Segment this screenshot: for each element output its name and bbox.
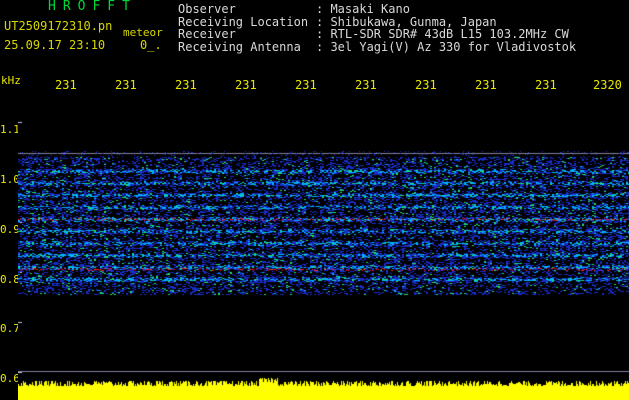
x-tick-label: 231 bbox=[535, 78, 557, 92]
x-tick-label: 231 bbox=[415, 78, 437, 92]
info-value: : 3el Yagi(V) Az 330 for Vladivostok bbox=[316, 39, 577, 54]
x-tick-label: 231 bbox=[355, 78, 377, 92]
info-key: Receiving Antenna bbox=[178, 39, 301, 54]
y-tick-label: 1.0 bbox=[0, 173, 20, 186]
status-marker: 0_. bbox=[140, 38, 162, 52]
x-tick-label: 231 bbox=[295, 78, 317, 92]
x-tick-label: 231 bbox=[475, 78, 497, 92]
y-tick-label: 0.6 bbox=[0, 372, 20, 385]
info-value: : Masaki Kano bbox=[316, 2, 410, 16]
x-tick-label: 231 bbox=[55, 78, 77, 92]
info-value: : RTL-SDR SDR# 43dB L15 103.2MHz CW bbox=[316, 27, 569, 41]
info-key: Observer bbox=[178, 2, 236, 16]
date-time: 25.09.17 23:10 bbox=[4, 38, 106, 52]
info-key: Receiver bbox=[178, 27, 236, 41]
info-row-observer: Observer : Masaki Kano bbox=[178, 3, 576, 16]
station-info: Observer: Masaki Kano Receiving Location… bbox=[178, 3, 576, 53]
y-tick-label: 0.9 bbox=[0, 223, 20, 236]
x-tick-label: 231 bbox=[115, 78, 137, 92]
app-brand: HROFFT bbox=[48, 0, 137, 14]
y-tick-label: 0.7 bbox=[0, 322, 20, 335]
y-tick-label: 1.1 bbox=[0, 123, 20, 136]
y-axis-unit: kHz bbox=[1, 74, 21, 87]
spectrogram-canvas bbox=[18, 97, 629, 400]
info-row-receiver: Receiver : RTL-SDR SDR# 43dB L15 103.2MHz… bbox=[178, 28, 576, 41]
file-name: UT2509172310.pn bbox=[4, 19, 113, 33]
info-row-antenna: Receiving Antenna : 3el Yagi(V) Az 330 fo… bbox=[178, 39, 577, 54]
x-tick-label: 231 bbox=[175, 78, 197, 92]
x-tick-label: 2320 bbox=[593, 78, 622, 92]
x-tick-label: 231 bbox=[235, 78, 257, 92]
y-tick-label: 0.8 bbox=[0, 273, 20, 286]
